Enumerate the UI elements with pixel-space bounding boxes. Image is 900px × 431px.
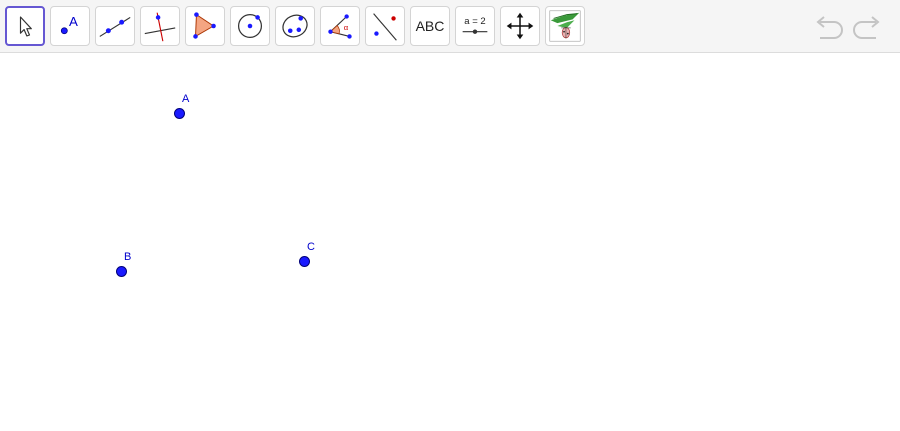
reflect-tool-button[interactable] bbox=[365, 6, 405, 46]
undo-icon bbox=[816, 16, 843, 39]
custom-tool-icon bbox=[549, 10, 581, 42]
point-tool-label: A bbox=[69, 14, 78, 29]
perpendicular-line-icon bbox=[144, 12, 176, 42]
move-arrows-icon bbox=[506, 12, 534, 40]
circle-tool-button[interactable] bbox=[230, 6, 270, 46]
point-b[interactable] bbox=[115, 265, 127, 277]
circle-with-center-icon bbox=[237, 13, 263, 39]
point-b-label[interactable]: B bbox=[124, 251, 131, 263]
ellipse-icon bbox=[282, 14, 308, 38]
point-c[interactable] bbox=[298, 255, 310, 267]
polygon-icon bbox=[193, 12, 216, 39]
line-tool-button[interactable] bbox=[95, 6, 135, 46]
custom-tool-button[interactable] bbox=[545, 6, 585, 46]
toolbar: A α ABC a = 2 bbox=[0, 0, 900, 53]
move-tool-button[interactable] bbox=[5, 6, 45, 46]
slider-tool-button[interactable]: a = 2 bbox=[455, 6, 495, 46]
cursor-arrow-icon bbox=[19, 16, 32, 37]
redo-icon bbox=[853, 16, 880, 39]
graphics-view[interactable]: A B C bbox=[0, 54, 900, 431]
point-icon: A bbox=[60, 14, 78, 35]
text-tool-label: ABC bbox=[415, 18, 445, 34]
text-tool-button[interactable]: ABC bbox=[410, 6, 450, 46]
point-a-label[interactable]: A bbox=[182, 93, 189, 105]
reflect-about-line-icon bbox=[373, 13, 397, 41]
slider-tool-label: a = 2 bbox=[464, 16, 485, 27]
angle-tool-label: α bbox=[344, 23, 349, 32]
redo-button[interactable] bbox=[850, 12, 884, 42]
line-icon bbox=[99, 16, 131, 37]
point-tool-button[interactable]: A bbox=[50, 6, 90, 46]
perpendicular-tool-button[interactable] bbox=[140, 6, 180, 46]
polygon-tool-button[interactable] bbox=[185, 6, 225, 46]
move-graphics-tool-button[interactable] bbox=[500, 6, 540, 46]
angle-tool-button[interactable]: α bbox=[320, 6, 360, 46]
point-c-label[interactable]: C bbox=[307, 241, 315, 253]
angle-icon: α bbox=[328, 14, 352, 39]
conic-tool-button[interactable] bbox=[275, 6, 315, 46]
point-a[interactable] bbox=[173, 107, 185, 119]
slider-icon: a = 2 bbox=[462, 16, 488, 34]
undo-button[interactable] bbox=[812, 12, 846, 42]
